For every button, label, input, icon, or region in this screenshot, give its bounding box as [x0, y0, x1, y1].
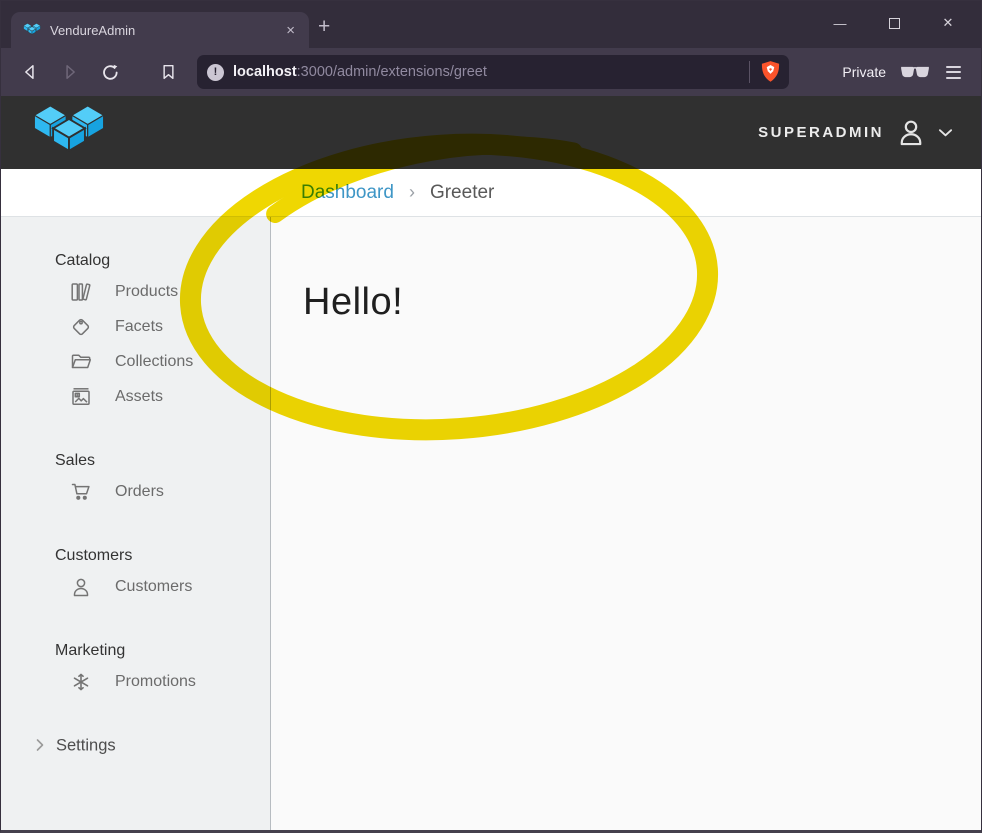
sidebar-nav: Catalog Products	[1, 217, 271, 830]
sidebar-item-label: Collections	[115, 353, 193, 371]
minimize-button[interactable]: —	[813, 7, 867, 39]
breadcrumb-separator-icon: ›	[409, 182, 415, 203]
admin-header: SUPERADMIN	[1, 96, 981, 169]
tab-close-icon[interactable]: ×	[282, 21, 299, 40]
sidebar-item-label: Customers	[115, 578, 192, 596]
sidebar-item-settings[interactable]: Settings	[1, 733, 271, 759]
content-panel: Hello!	[272, 217, 981, 830]
url-text[interactable]: localhost:3000/admin/extensions/greet	[233, 64, 743, 80]
sidebar-item-label: Promotions	[115, 673, 196, 691]
sidebar-section-catalog: Catalog	[55, 250, 110, 272]
account-menu[interactable]: SUPERADMIN	[758, 96, 953, 169]
url-host: localhost	[233, 64, 297, 80]
reload-icon	[100, 62, 121, 83]
tab-strip: VendureAdmin × + — ✕	[1, 1, 981, 48]
browser-tab[interactable]: VendureAdmin ×	[11, 12, 309, 48]
vendure-logo-icon[interactable]	[31, 104, 107, 162]
new-tab-button[interactable]: +	[318, 16, 330, 37]
breadcrumb-dashboard-link[interactable]: Dashboard	[301, 182, 394, 204]
url-path: :3000/admin/extensions/greet	[297, 64, 487, 80]
sidebar-item-label: Products	[115, 283, 178, 301]
breadcrumb: Dashboard › Greeter	[301, 169, 494, 216]
breadcrumb-bar: Dashboard › Greeter	[1, 169, 981, 217]
tab-title: VendureAdmin	[50, 23, 273, 38]
user-icon	[69, 575, 93, 599]
address-bar[interactable]: ! localhost:3000/admin/extensions/greet	[197, 55, 789, 89]
forward-icon	[60, 62, 80, 82]
sidebar-item-label: Assets	[115, 388, 163, 406]
bookmark-button[interactable]	[156, 60, 180, 84]
library-icon	[69, 280, 93, 304]
close-window-button[interactable]: ✕	[921, 7, 975, 39]
sunglasses-icon	[900, 66, 930, 79]
sidebar-item-orders[interactable]: Orders	[1, 474, 271, 509]
site-info-icon[interactable]: !	[207, 64, 224, 81]
tag-icon	[69, 315, 93, 339]
vendure-favicon-icon	[23, 23, 41, 37]
cart-icon	[69, 480, 93, 504]
asterisk-icon	[69, 670, 93, 694]
brave-shield-icon[interactable]	[760, 60, 781, 84]
greeting-text: Hello!	[303, 281, 403, 324]
sidebar-section-marketing: Marketing	[55, 640, 125, 662]
toolbar-right-cluster: Private	[842, 48, 963, 96]
account-name: SUPERADMIN	[758, 124, 884, 141]
folder-icon	[69, 350, 93, 374]
back-button[interactable]	[18, 60, 42, 84]
maximize-icon	[889, 18, 900, 29]
menu-button[interactable]	[944, 64, 963, 81]
sidebar-item-facets[interactable]: Facets	[1, 309, 271, 344]
sidebar-item-label: Orders	[115, 483, 164, 501]
user-account-icon	[896, 117, 926, 149]
browser-toolbar: ! localhost:3000/admin/extensions/greet …	[1, 48, 981, 96]
sidebar-item-promotions[interactable]: Promotions	[1, 664, 271, 699]
private-window-label: Private	[842, 64, 886, 80]
maximize-button[interactable]	[867, 7, 921, 39]
main-area: Catalog Products	[1, 217, 981, 830]
forward-button[interactable]	[58, 60, 82, 84]
sidebar-item-label: Facets	[115, 318, 163, 336]
bookmark-icon	[159, 62, 178, 82]
breadcrumb-current: Greeter	[430, 182, 494, 204]
sidebar-item-customers[interactable]: Customers	[1, 569, 271, 604]
chevron-right-icon	[32, 737, 48, 753]
sidebar-item-products[interactable]: Products	[1, 274, 271, 309]
reload-button[interactable]	[98, 60, 122, 84]
sidebar-settings-label: Settings	[56, 737, 116, 756]
chevron-down-icon	[938, 128, 953, 138]
browser-window: VendureAdmin × + — ✕	[0, 0, 982, 833]
urlbar-divider	[749, 61, 750, 83]
window-controls: — ✕	[813, 7, 975, 39]
sidebar-section-customers: Customers	[55, 545, 132, 567]
sidebar-item-collections[interactable]: Collections	[1, 344, 271, 379]
sidebar-item-assets[interactable]: Assets	[1, 379, 271, 414]
sidebar-section-sales: Sales	[55, 450, 95, 472]
back-icon	[20, 62, 40, 82]
image-icon	[69, 385, 93, 409]
